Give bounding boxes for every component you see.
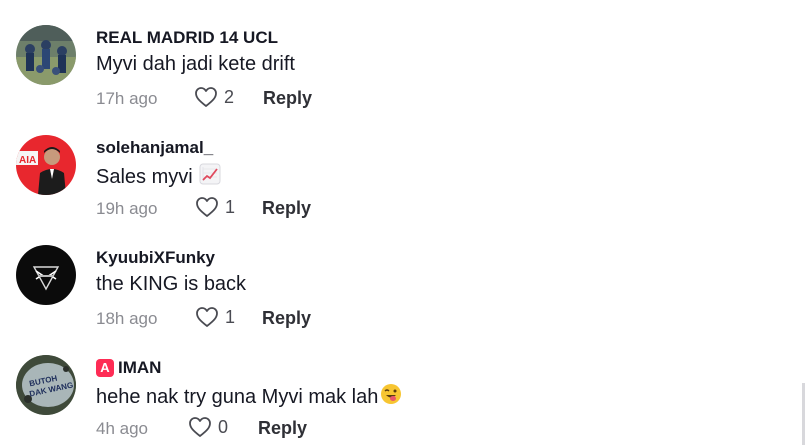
avatar[interactable]: BUTOH DAK WANG <box>16 355 76 415</box>
username[interactable]: A IMAN <box>96 358 161 378</box>
creator-badge: A <box>96 359 114 377</box>
timestamp: 19h ago <box>96 199 158 218</box>
reply-button[interactable]: Reply <box>263 88 312 109</box>
comment-text: Myvi dah jadi kete drift <box>96 53 295 76</box>
svg-text:AIA: AIA <box>19 155 36 166</box>
comment-text-content: Myvi dah jadi kete drift <box>96 53 295 75</box>
comment-item: KyuubiXFunky the KING is back 18h ago 1 … <box>0 220 805 330</box>
comment-text: Sales myvi <box>96 163 221 191</box>
reply-button[interactable]: Reply <box>258 418 307 439</box>
comment-text-content: hehe nak try guna Myvi mak lah <box>96 385 379 408</box>
comment-text-content: the KING is back <box>96 273 247 295</box>
like-count: 2 <box>224 86 235 107</box>
button-photo-icon: BUTOH DAK WANG <box>16 355 76 415</box>
like-button[interactable]: 0 <box>188 416 228 438</box>
heart-icon <box>196 307 218 327</box>
username-text[interactable]: solehanjamal_ <box>96 138 213 158</box>
like-count: 1 <box>225 306 236 327</box>
timestamp: 18h ago <box>96 309 158 328</box>
reply-button[interactable]: Reply <box>262 308 311 329</box>
heart-icon <box>195 87 217 107</box>
username-text[interactable]: REAL MADRID 14 UCL <box>96 28 278 48</box>
football-team-photo-icon <box>16 25 76 85</box>
like-count: 0 <box>218 416 229 437</box>
chart-increasing-icon <box>199 163 221 191</box>
avatar[interactable] <box>16 245 76 305</box>
username-text[interactable]: KyuubiXFunky <box>96 248 215 268</box>
comment-text: the KING is back <box>96 273 246 296</box>
person-photo-icon: AIA <box>16 135 76 195</box>
winking-tongue-face-icon <box>380 383 402 411</box>
comment-item: BUTOH DAK WANG A IMAN hehe nak try guna … <box>0 330 805 440</box>
black-logo-icon <box>16 245 76 305</box>
heart-icon <box>189 417 211 437</box>
like-count: 1 <box>225 196 236 217</box>
like-button[interactable]: 1 <box>195 196 235 218</box>
heart-icon <box>196 197 218 217</box>
timestamp: 17h ago <box>96 89 158 108</box>
username[interactable]: solehanjamal_ <box>96 138 213 158</box>
comment-item: AIA solehanjamal_ Sales myvi 19h ago 1 R… <box>0 110 805 220</box>
like-button[interactable]: 1 <box>195 306 235 328</box>
reply-button[interactable]: Reply <box>262 198 311 219</box>
username[interactable]: KyuubiXFunky <box>96 248 215 268</box>
username-text[interactable]: IMAN <box>118 358 161 378</box>
like-button[interactable]: 2 <box>194 86 234 108</box>
timestamp: 4h ago <box>96 419 148 438</box>
avatar[interactable] <box>16 25 76 85</box>
avatar[interactable]: AIA <box>16 135 76 195</box>
username[interactable]: REAL MADRID 14 UCL <box>96 28 278 48</box>
comment-text: hehe nak try guna Myvi mak lah <box>96 383 402 411</box>
comment-item: REAL MADRID 14 UCL Myvi dah jadi kete dr… <box>0 0 805 110</box>
comment-text-content: Sales myvi <box>96 165 193 188</box>
